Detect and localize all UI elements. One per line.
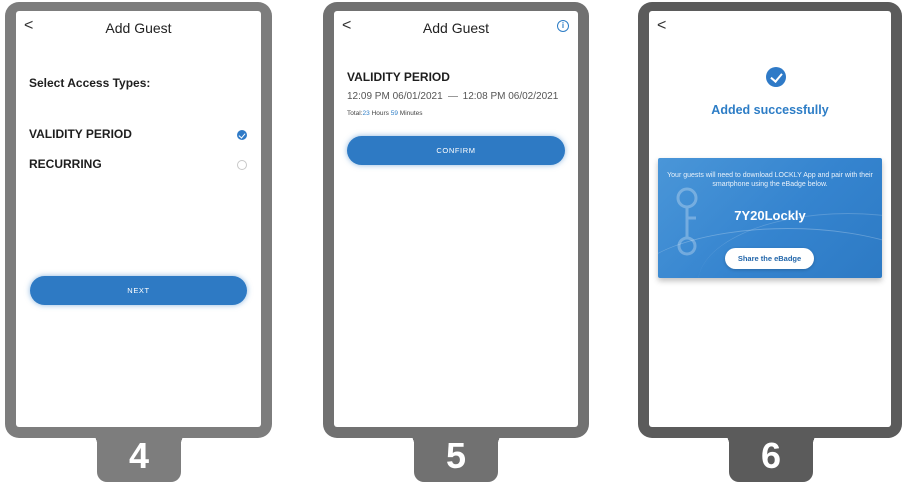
- success-message: Added successfully: [711, 103, 829, 117]
- page-title: Add Guest: [422, 20, 490, 36]
- ebadge-code: 7Y20Lockly: [734, 208, 806, 223]
- option-validity-period[interactable]: VALIDITY PERIOD: [29, 127, 247, 145]
- option-label: RECURRING: [29, 157, 102, 171]
- radio-checked-icon[interactable]: [237, 130, 247, 140]
- access-types-label: Select Access Types:: [29, 76, 151, 90]
- total-prefix: Total:: [347, 110, 363, 117]
- step-number-5: 5: [402, 432, 510, 482]
- range-dash: [447, 95, 458, 97]
- step-number-6: 6: [717, 432, 825, 482]
- page-title: Add Guest: [105, 20, 172, 36]
- total-minutes: 59: [390, 110, 398, 117]
- option-recurring[interactable]: RECURRING: [29, 157, 247, 175]
- step-number-4: 4: [85, 432, 193, 482]
- next-button[interactable]: NEXT: [30, 276, 247, 305]
- total-hours: 23: [362, 110, 370, 117]
- back-chevron-icon[interactable]: <: [657, 17, 666, 35]
- screen-select-access-type: < Add Guest Select Access Types: VALIDIT…: [16, 11, 261, 427]
- ebadge-card: Your guests will need to download LOCKLY…: [658, 158, 882, 278]
- share-ebadge-button[interactable]: Share the eBadge: [725, 248, 814, 269]
- success-check-icon: [766, 67, 786, 87]
- hours-unit: Hours: [369, 110, 391, 117]
- total-duration: Total:23 Hours 59 Minutes: [347, 110, 423, 117]
- confirm-button[interactable]: CONFIRM: [347, 136, 565, 165]
- date-range[interactable]: 12:09 PM 06/01/2021 12:08 PM 06/02/2021: [347, 91, 566, 102]
- start-datetime[interactable]: 12:09 PM 06/01/2021: [347, 91, 443, 102]
- minutes-unit: Minutes: [397, 110, 423, 117]
- screen-added-successfully: < Added successfully Your guests will ne…: [649, 11, 891, 427]
- ebadge-instructions: Your guests will need to download LOCKLY…: [667, 172, 873, 188]
- validity-period-heading: VALIDITY PERIOD: [347, 70, 450, 84]
- phone-frame-step-6: < Added successfully Your guests will ne…: [638, 2, 902, 438]
- option-label: VALIDITY PERIOD: [29, 127, 132, 141]
- radio-unchecked-icon[interactable]: [237, 160, 247, 170]
- screen-validity-period: < Add Guest i VALIDITY PERIOD 12:09 PM 0…: [334, 11, 578, 427]
- phone-frame-step-5: < Add Guest i VALIDITY PERIOD 12:09 PM 0…: [323, 2, 589, 438]
- info-icon[interactable]: i: [557, 20, 569, 32]
- phone-frame-step-4: < Add Guest Select Access Types: VALIDIT…: [5, 2, 272, 438]
- end-datetime[interactable]: 12:08 PM 06/02/2021: [463, 91, 559, 102]
